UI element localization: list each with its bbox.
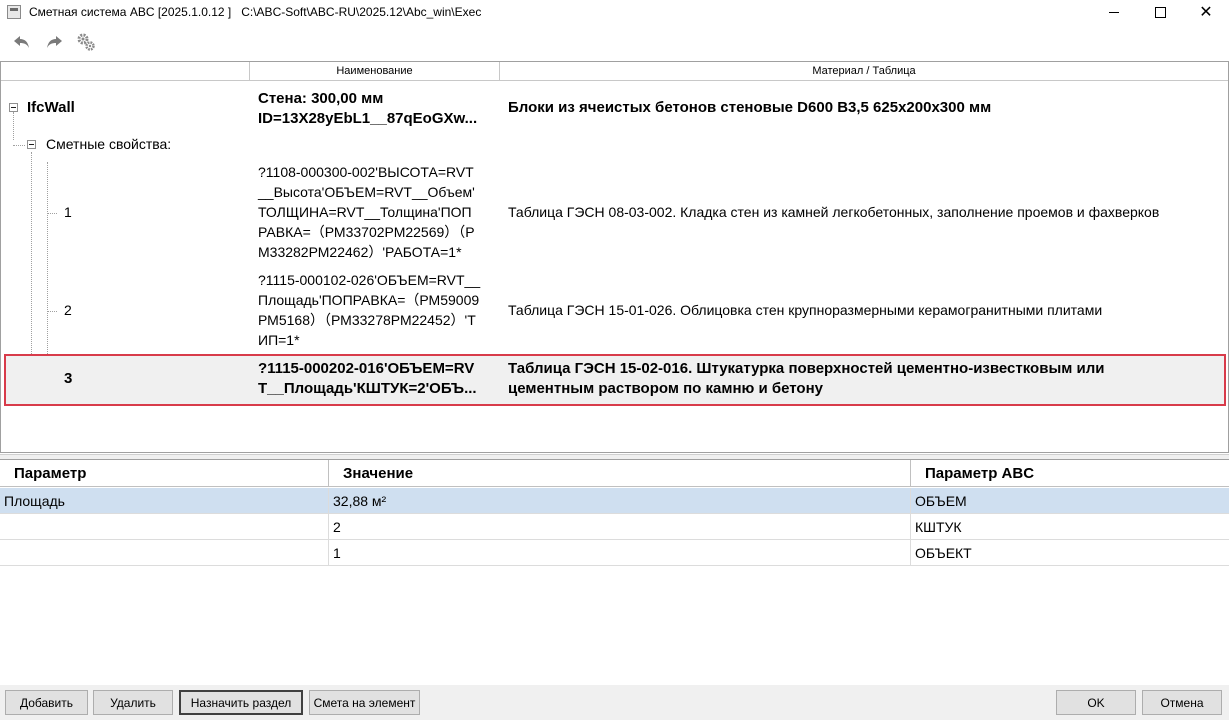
tree-line: [13, 145, 25, 146]
title-bar: Сметная система ABC [2025.1.0.12 ] C:\AB…: [0, 0, 1229, 24]
tree-item-number[interactable]: 2: [64, 300, 72, 321]
collapse-toggle[interactable]: [27, 140, 36, 149]
grid-cell-parameter[interactable]: Площадь: [0, 488, 329, 514]
toolbar: [0, 28, 1229, 56]
ok-button[interactable]: OK: [1056, 690, 1136, 715]
grid-cell-value[interactable]: 1: [329, 540, 911, 566]
tree-item-code-line: __Высота'ОБЪЕМ=RVT__Объем': [258, 184, 475, 200]
tree-item-code-line: ?1115-000102-026'ОБЪЕМ=RVT__: [258, 272, 481, 288]
parameters-grid[interactable]: Параметр Значение Параметр ABC Площадь 3…: [0, 459, 1229, 685]
tree-item-code-line: ?1108-000300-002'ВЫСОТА=RVT: [258, 164, 474, 180]
tree-item-code-line: ?1115-000202-016'ОБЪЕМ=RV: [258, 360, 475, 377]
minimize-button[interactable]: [1091, 0, 1137, 24]
undo-icon[interactable]: [10, 30, 34, 54]
grid-col-abc-parameter[interactable]: Параметр ABC: [911, 460, 1229, 487]
grid-col-parameter[interactable]: Параметр: [0, 460, 329, 487]
grid-cell-abc-parameter[interactable]: ОБЪЕКТ: [911, 540, 1229, 566]
redo-icon[interactable]: [42, 30, 66, 54]
tree-line: [47, 162, 48, 382]
tree-item-code-line: ТОЛЩИНА=RVT__Толщина'ПОП: [258, 204, 472, 220]
tree-item-code-line: T__Площадь'КШТУК=2'ОБЪ...: [258, 380, 477, 397]
grid-cell-value[interactable]: 32,88 м²: [329, 488, 911, 514]
tree-item-code-line: РАВКА=（РМ33702РМ22569）（Р: [258, 224, 475, 240]
tree-col-name[interactable]: Наименование: [250, 62, 500, 80]
tree-item-code-line: Площадь'ПОПРАВКА=（РМ59009: [258, 292, 480, 308]
app-icon: [7, 5, 21, 19]
table-row[interactable]: 1 ОБЪЕКТ: [0, 540, 1229, 566]
tree-header: Наименование Материал / Таблица: [1, 62, 1228, 81]
tree-root-name-line2: ID=13X28yEbL1__87qEoGXw...: [258, 110, 478, 127]
window-title: Сметная система ABC [2025.1.0.12 ] C:\AB…: [29, 5, 482, 19]
tree-item-table-line: цементным раствором по камню и бетону: [508, 380, 823, 397]
table-row[interactable]: 2 КШТУК: [0, 514, 1229, 540]
grid-col-value[interactable]: Значение: [329, 460, 911, 487]
tree-group-label[interactable]: Сметные свойства:: [46, 134, 171, 155]
element-tree[interactable]: Наименование Материал / Таблица IfcWall …: [0, 61, 1229, 453]
add-button[interactable]: Добавить: [5, 690, 88, 715]
gears-icon[interactable]: [74, 30, 98, 54]
tree-item-code-line: РМ5168）（РМ33278РМ22452）'Т: [258, 312, 476, 328]
tree-item-table: Таблица ГЭСН 15-01-026. Облицовка стен к…: [508, 302, 1103, 318]
window-controls: ✕: [1091, 0, 1229, 24]
tree-item-code-line: ИП=1*: [258, 332, 300, 348]
bottom-button-bar: Добавить Удалить Назначить раздел Смета …: [0, 685, 1229, 720]
tree-root-name-line1: Стена: 300,00 мм: [258, 90, 384, 107]
table-row[interactable]: Площадь 32,88 м² ОБЪЕМ: [0, 488, 1229, 514]
tree-line: [47, 311, 57, 312]
grid-cell-abc-parameter[interactable]: КШТУК: [911, 514, 1229, 540]
tree-line: [31, 152, 32, 382]
maximize-button[interactable]: [1137, 0, 1183, 24]
grid-cell-parameter[interactable]: [0, 514, 329, 540]
delete-button[interactable]: Удалить: [93, 690, 173, 715]
tree-line: [47, 213, 57, 214]
close-button[interactable]: ✕: [1183, 0, 1229, 24]
tree-item-code-line: М33282РМ22462）'РАБОТА=1*: [258, 244, 462, 260]
tree-root-label[interactable]: IfcWall: [27, 97, 75, 118]
grid-cell-parameter[interactable]: [0, 540, 329, 566]
grid-header: Параметр Значение Параметр ABC: [0, 460, 1229, 487]
collapse-toggle[interactable]: [9, 103, 18, 112]
estimate-element-button[interactable]: Смета на элемент: [309, 690, 420, 715]
grid-cell-abc-parameter[interactable]: ОБЪЕМ: [911, 488, 1229, 514]
tree-col-material[interactable]: Материал / Таблица: [500, 62, 1228, 80]
tree-item-number[interactable]: 3: [64, 368, 72, 389]
assign-section-button[interactable]: Назначить раздел: [179, 690, 303, 715]
cancel-button[interactable]: Отмена: [1142, 690, 1222, 715]
tree-item-table: Таблица ГЭСН 08-03-002. Кладка стен из к…: [508, 204, 1160, 220]
grid-cell-value[interactable]: 2: [329, 514, 911, 540]
tree-col-tree[interactable]: [1, 62, 250, 80]
tree-line: [13, 112, 14, 140]
tree-item-number[interactable]: 1: [64, 202, 72, 223]
tree-root-material: Блоки из ячеистых бетонов стеновые D600 …: [508, 99, 992, 116]
tree-item-table-line: Таблица ГЭСН 15-02-016. Штукатурка повер…: [508, 360, 1105, 377]
